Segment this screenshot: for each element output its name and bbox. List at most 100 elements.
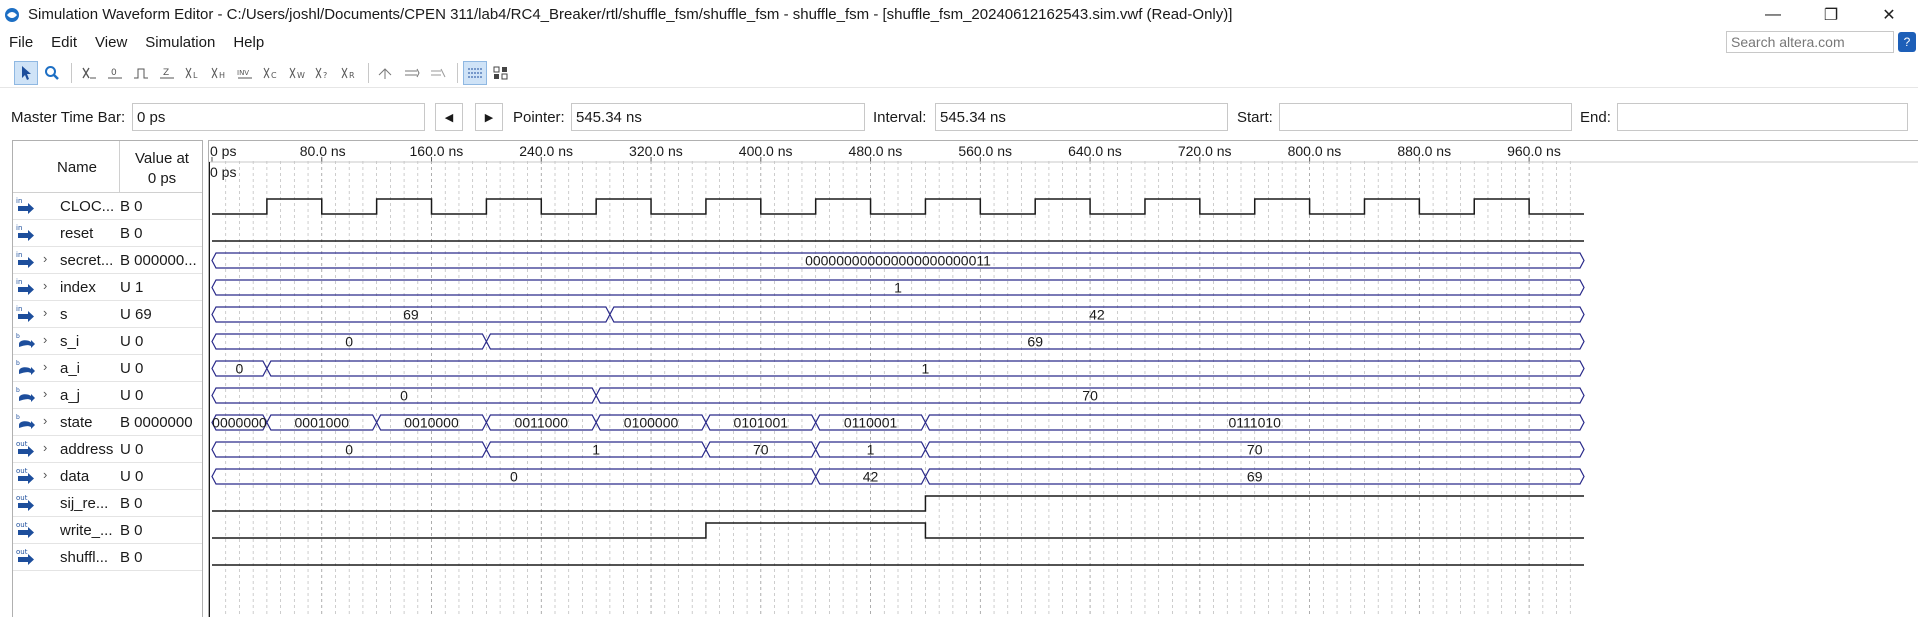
menu-help[interactable]: Help [224,34,273,51]
group-icon[interactable] [400,61,424,85]
master-time-field[interactable]: 0 ps [132,103,425,131]
expand-chevron-icon[interactable]: › [43,413,47,428]
signal-row[interactable]: out sij_re... B 0 [13,490,202,517]
svg-text:b: b [16,333,20,340]
dont-care-icon[interactable]: ? [311,61,335,85]
time-label: 80.0 ns [300,143,346,159]
high-z-icon[interactable]: Z [155,61,179,85]
expand-chevron-icon[interactable]: › [43,332,47,347]
svg-text:in: in [16,305,22,313]
x-unknown-icon[interactable] [77,61,101,85]
svg-text:W: W [297,71,305,80]
input-pin-icon: in [15,250,37,270]
zoom-icon[interactable] [40,61,64,85]
menu-edit[interactable]: Edit [42,34,86,51]
signal-value: B 0000000 [120,414,193,431]
force-low-icon[interactable]: 0 [103,61,127,85]
svg-text:b: b [16,414,20,421]
force-high-icon[interactable] [129,61,153,85]
help-icon[interactable]: ? [1898,32,1916,52]
expand-chevron-icon[interactable]: › [43,278,47,293]
next-transition-button[interactable]: ▶ [475,103,503,131]
bus-value-label: 0 [345,442,353,458]
previous-transition-button[interactable]: ◀ [435,103,463,131]
bus-value-label: 0011000 [515,415,569,431]
signal-row[interactable]: in CLOC... B 0 [13,193,202,220]
signal-name: reset [60,225,94,242]
time-label: 480.0 ns [849,143,903,159]
signal-row[interactable]: out write_... B 0 [13,517,202,544]
signal-row[interactable]: out shuffl... B 0 [13,544,202,571]
time-label: 640.0 ns [1068,143,1122,159]
expand-chevron-icon[interactable]: › [43,305,47,320]
signal-row[interactable]: b › s_i U 0 [13,328,202,355]
bus-value-label: 1 [867,442,875,458]
weak-low-icon[interactable]: L [181,61,205,85]
output-pin-icon: out [15,466,37,486]
signal-row[interactable]: in reset B 0 [13,220,202,247]
signal-name: write_... [60,522,113,539]
signal-list: Name Value at 0 ps in CLOC... B 0 in reset B … [12,140,203,617]
name-column-header[interactable]: Name [57,159,97,176]
svg-text:?: ? [323,71,327,80]
column-divider[interactable] [119,141,120,193]
expand-chevron-icon[interactable]: › [43,251,47,266]
bus-value-label: 0 [510,469,518,485]
expand-chevron-icon[interactable]: › [43,467,47,482]
svg-text:out: out [16,467,28,475]
value-column-header[interactable]: Value at 0 ps [127,149,197,189]
signal-row[interactable]: b › state B 0000000 [13,409,202,436]
invert-icon[interactable]: INV [233,61,257,85]
grid-icon[interactable] [463,60,487,85]
time-label: 720.0 ns [1178,143,1232,159]
buried-node-icon: b [15,358,37,378]
signal-row[interactable]: in › secret... B 000000... [13,247,202,274]
signal-name: sij_re... [60,495,109,512]
signal-value: U 0 [120,387,144,404]
svg-text:R: R [349,71,355,80]
weak-high-icon[interactable]: H [207,61,231,85]
svg-text:out: out [16,521,28,529]
minimize-button[interactable]: — [1744,0,1802,29]
interval-label: Interval: [873,109,927,126]
signal-row[interactable]: in › index U 1 [13,274,202,301]
weak-unknown-icon[interactable]: W [285,61,309,85]
time-label: 880.0 ns [1397,143,1451,159]
bus-value-label: 42 [863,469,879,485]
signal-row[interactable]: b › a_j U 0 [13,382,202,409]
menu-file[interactable]: File [0,34,42,51]
signal-name: s [60,306,68,323]
select-pointer-icon[interactable] [14,60,38,85]
menu-simulation[interactable]: Simulation [136,34,224,51]
signal-row[interactable]: out › address U 0 [13,436,202,463]
toolbar-separator [71,62,72,83]
start-field [1279,103,1572,131]
signal-row[interactable]: out › data U 0 [13,463,202,490]
signal-list-header: Name Value at 0 ps [13,141,202,193]
ungroup-icon[interactable] [426,61,450,85]
random-value-icon[interactable]: R [337,61,361,85]
expand-chevron-icon[interactable]: › [43,440,47,455]
signal-row[interactable]: in › s U 69 [13,301,202,328]
search-input[interactable]: Search altera.com [1726,31,1894,53]
close-button[interactable]: ✕ [1860,0,1918,29]
restore-button[interactable]: ❐ [1802,0,1860,29]
svg-text:Z: Z [163,68,169,78]
time-label: 960.0 ns [1507,143,1561,159]
snap-icon[interactable] [374,61,398,85]
expand-chevron-icon[interactable]: › [43,386,47,401]
signal-row[interactable]: b › a_i U 0 [13,355,202,382]
count-value-icon[interactable]: C [259,61,283,85]
time-label: 0 ps [210,143,236,159]
signal-value: B 000000... [120,252,197,269]
menu-view[interactable]: View [86,34,136,51]
overwrite-clock-icon[interactable] [489,61,513,85]
waveform-canvas[interactable]: 0 ps 80.0 ns 160.0 ns 240.0 ns 320.0 ns 400.0… [209,141,1918,617]
signal-value: U 1 [120,279,144,296]
master-time-label: Master Time Bar: [11,109,126,126]
svg-text:in: in [16,278,22,286]
bus-value-label: 0110001 [844,415,898,431]
expand-chevron-icon[interactable]: › [43,359,47,374]
bus-value-label: 1 [894,280,902,296]
waveform-area[interactable]: 0 ps 80.0 ns 160.0 ns 240.0 ns 320.0 ns 400.0… [208,140,1918,617]
